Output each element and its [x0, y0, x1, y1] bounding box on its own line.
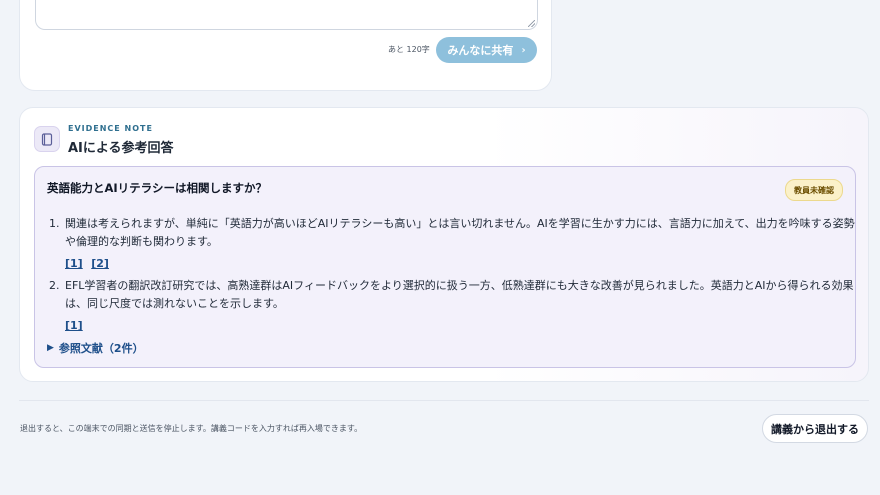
- book-icon: [34, 126, 60, 152]
- resize-handle[interactable]: [528, 20, 535, 27]
- evidence-title: AIによる参考回答: [68, 141, 174, 156]
- share-label: みんなに共有: [447, 44, 514, 57]
- evidence-eyebrow: EVIDENCE NOTE: [68, 124, 153, 133]
- exit-lecture-button[interactable]: 講義から退出する: [762, 414, 868, 443]
- citation-link[interactable]: [1]: [65, 257, 83, 270]
- list-item: EFL学習者の翻訳改訂研究では、高熟達群はAIフィードバックをより選択的に扱う一…: [63, 277, 858, 335]
- references-toggle[interactable]: ▶ 参照文献（2件）: [47, 340, 144, 356]
- chevron-right-icon: ›: [521, 44, 526, 56]
- answer-box: 英語能力とAIリテラシーは相関しますか？ 教員未確認 関連は考えられますが、単純…: [34, 166, 856, 368]
- citation-group: [1]: [65, 317, 858, 335]
- status-badge: 教員未確認: [785, 179, 843, 201]
- citation-link[interactable]: [2]: [91, 257, 109, 270]
- compose-card: あと 120字 みんなに共有 ›: [19, 0, 552, 91]
- divider: [19, 400, 869, 401]
- share-button[interactable]: みんなに共有 ›: [436, 37, 537, 63]
- question-text: 英語能力とAIリテラシーは相関しますか？: [47, 181, 267, 195]
- triangle-right-icon: ▶: [47, 343, 54, 353]
- char-count: あと 120字: [388, 45, 430, 54]
- exit-note: 退出すると、この端末での同期と送信を停止します。講義コードを入力すれば再入場でき…: [20, 424, 363, 433]
- answer-text: EFL学習者の翻訳改訂研究では、高熟達群はAIフィードバックをより選択的に扱う一…: [65, 279, 854, 310]
- list-item: 関連は考えられますが、単純に「英語力が高いほどAIリテラシーも高い」とは言い切れ…: [63, 215, 858, 273]
- references-label: 参照文献（2件）: [58, 342, 144, 355]
- citation-link[interactable]: [1]: [65, 319, 83, 332]
- answer-text: 関連は考えられますが、単純に「英語力が高いほどAIリテラシーも高い」とは言い切れ…: [65, 217, 855, 248]
- answer-list: 関連は考えられますが、単純に「英語力が高いほどAIリテラシーも高い」とは言い切れ…: [49, 215, 858, 339]
- evidence-card: EVIDENCE NOTE AIによる参考回答 英語能力とAIリテラシーは相関し…: [19, 107, 869, 382]
- citation-group: [1] [2]: [65, 255, 858, 273]
- comment-textarea[interactable]: [35, 0, 538, 30]
